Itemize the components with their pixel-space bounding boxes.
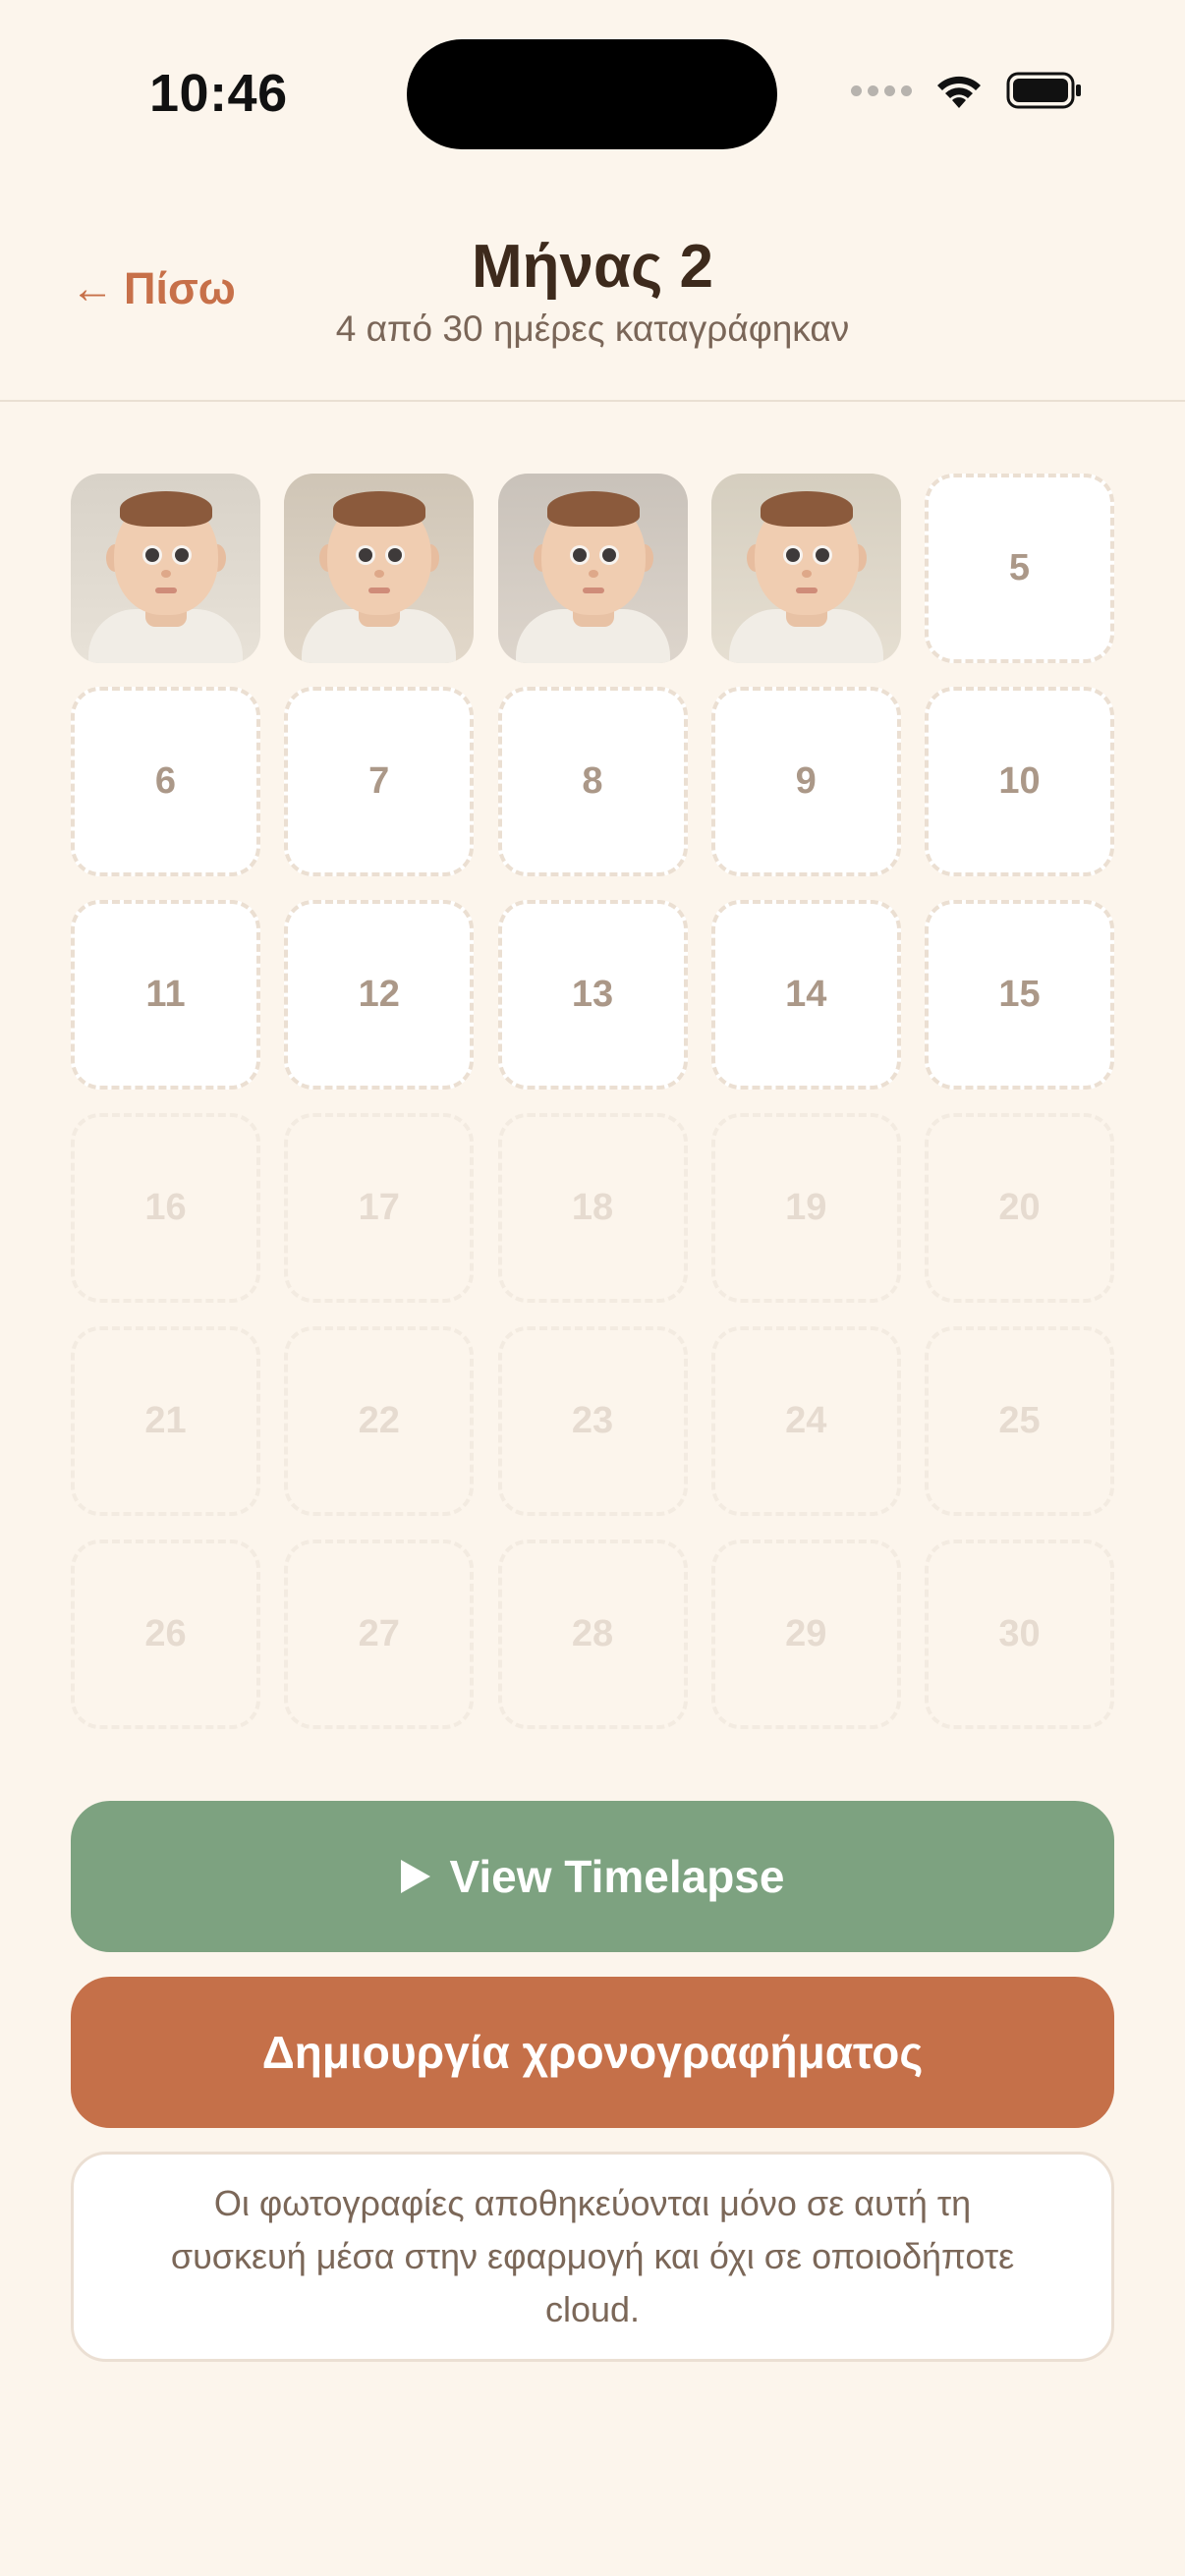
day-number: 10 <box>998 760 1041 802</box>
day-number: 8 <box>582 760 603 802</box>
day-number: 15 <box>998 974 1041 1015</box>
day-cell-future: 27 <box>284 1540 475 1729</box>
day-photo-thumbnail[interactable] <box>284 474 475 663</box>
day-cell-empty[interactable]: 6 <box>71 687 260 876</box>
day-cell-empty[interactable]: 15 <box>925 900 1114 1090</box>
day-cell-future: 24 <box>710 1326 901 1516</box>
day-number: 17 <box>358 1187 400 1228</box>
day-number: 11 <box>145 974 186 1015</box>
battery-icon <box>1006 71 1083 110</box>
create-label: Δημιουργία χρονογραφήματος <box>261 2027 924 2078</box>
status-time: 10:46 <box>149 64 288 123</box>
day-number: 29 <box>785 1613 827 1654</box>
day-cell-future: 19 <box>710 1113 901 1303</box>
baby-photo <box>284 474 475 663</box>
privacy-info-text: Οι φωτογραφίες αποθηκεύονται μόνο σε αυτ… <box>170 2183 1015 2329</box>
day-photo-thumbnail[interactable] <box>71 474 260 663</box>
day-photo-thumbnail[interactable] <box>710 474 901 663</box>
dynamic-island <box>407 39 777 149</box>
day-cell-future: 18 <box>497 1113 688 1303</box>
day-cell-future: 26 <box>71 1540 260 1729</box>
view-timelapse-button[interactable]: View Timelapse <box>71 1801 1114 1952</box>
page-subtitle: 4 από 30 ημέρες καταγράφηκαν <box>335 308 850 349</box>
status-icons <box>851 71 1083 110</box>
day-cell-empty[interactable]: 13 <box>497 900 688 1090</box>
day-number: 14 <box>785 974 827 1015</box>
day-cell-empty[interactable]: 9 <box>710 687 901 876</box>
baby-photo <box>710 474 901 663</box>
wifi-icon <box>933 71 985 110</box>
day-number: 28 <box>571 1613 614 1654</box>
day-number: 24 <box>785 1400 827 1441</box>
day-number: 16 <box>144 1187 187 1228</box>
day-cell-empty[interactable]: 8 <box>497 687 688 876</box>
day-cell-future: 20 <box>925 1113 1114 1303</box>
day-number: 18 <box>571 1187 614 1228</box>
day-number: 20 <box>998 1187 1041 1228</box>
day-photo-thumbnail[interactable] <box>497 474 688 663</box>
day-cell-future: 23 <box>497 1326 688 1516</box>
day-cell-empty[interactable]: 7 <box>284 687 475 876</box>
day-cell-future: 29 <box>710 1540 901 1729</box>
day-cell-future: 17 <box>284 1113 475 1303</box>
day-number: 13 <box>571 974 614 1015</box>
day-number: 12 <box>358 974 400 1015</box>
header-divider <box>0 400 1185 402</box>
day-cell-future: 25 <box>925 1326 1114 1516</box>
day-cell-future: 30 <box>925 1540 1114 1729</box>
signal-dots-icon <box>851 84 912 96</box>
day-cell-empty[interactable]: 12 <box>284 900 475 1090</box>
day-grid: 5 6 7 8 9 10 11 12 13 14 15 16 17 18 19 20 21 22 23 24 25 26 2… <box>71 474 1114 1729</box>
day-cell-empty[interactable]: 5 <box>925 474 1114 663</box>
day-cell-empty[interactable]: 10 <box>925 687 1114 876</box>
day-cell-empty[interactable]: 14 <box>710 900 901 1090</box>
page-title: Μήνας 2 <box>471 233 714 301</box>
create-timelapse-button[interactable]: Δημιουργία χρονογραφήματος <box>71 1977 1114 2128</box>
day-cell-empty[interactable]: 11 <box>71 900 260 1090</box>
day-number: 26 <box>144 1613 187 1654</box>
baby-photo <box>71 474 260 663</box>
day-number: 21 <box>144 1400 187 1441</box>
baby-photo <box>497 474 688 663</box>
day-cell-future: 28 <box>497 1540 688 1729</box>
day-cell-future: 16 <box>71 1113 260 1303</box>
day-number: 6 <box>154 760 177 802</box>
day-number: 30 <box>998 1613 1041 1654</box>
app-screen: 10:46 ← Πίσω Μήνας 2 4 από 30 ημέρες κατ… <box>0 0 1185 2576</box>
day-number: 27 <box>358 1613 400 1654</box>
day-number: 7 <box>368 760 390 802</box>
day-number: 22 <box>358 1400 400 1441</box>
day-number: 5 <box>1008 547 1031 588</box>
day-number: 19 <box>785 1187 827 1228</box>
timelapse-label: View Timelapse <box>449 1851 785 1902</box>
day-number: 25 <box>998 1400 1041 1441</box>
privacy-info-box: Οι φωτογραφίες αποθηκεύονται μόνο σε αυτ… <box>71 2152 1114 2362</box>
day-cell-future: 22 <box>284 1326 475 1516</box>
day-number: 23 <box>571 1400 614 1441</box>
day-cell-future: 21 <box>71 1326 260 1516</box>
day-number: 9 <box>795 760 817 802</box>
play-icon <box>400 1860 430 1893</box>
